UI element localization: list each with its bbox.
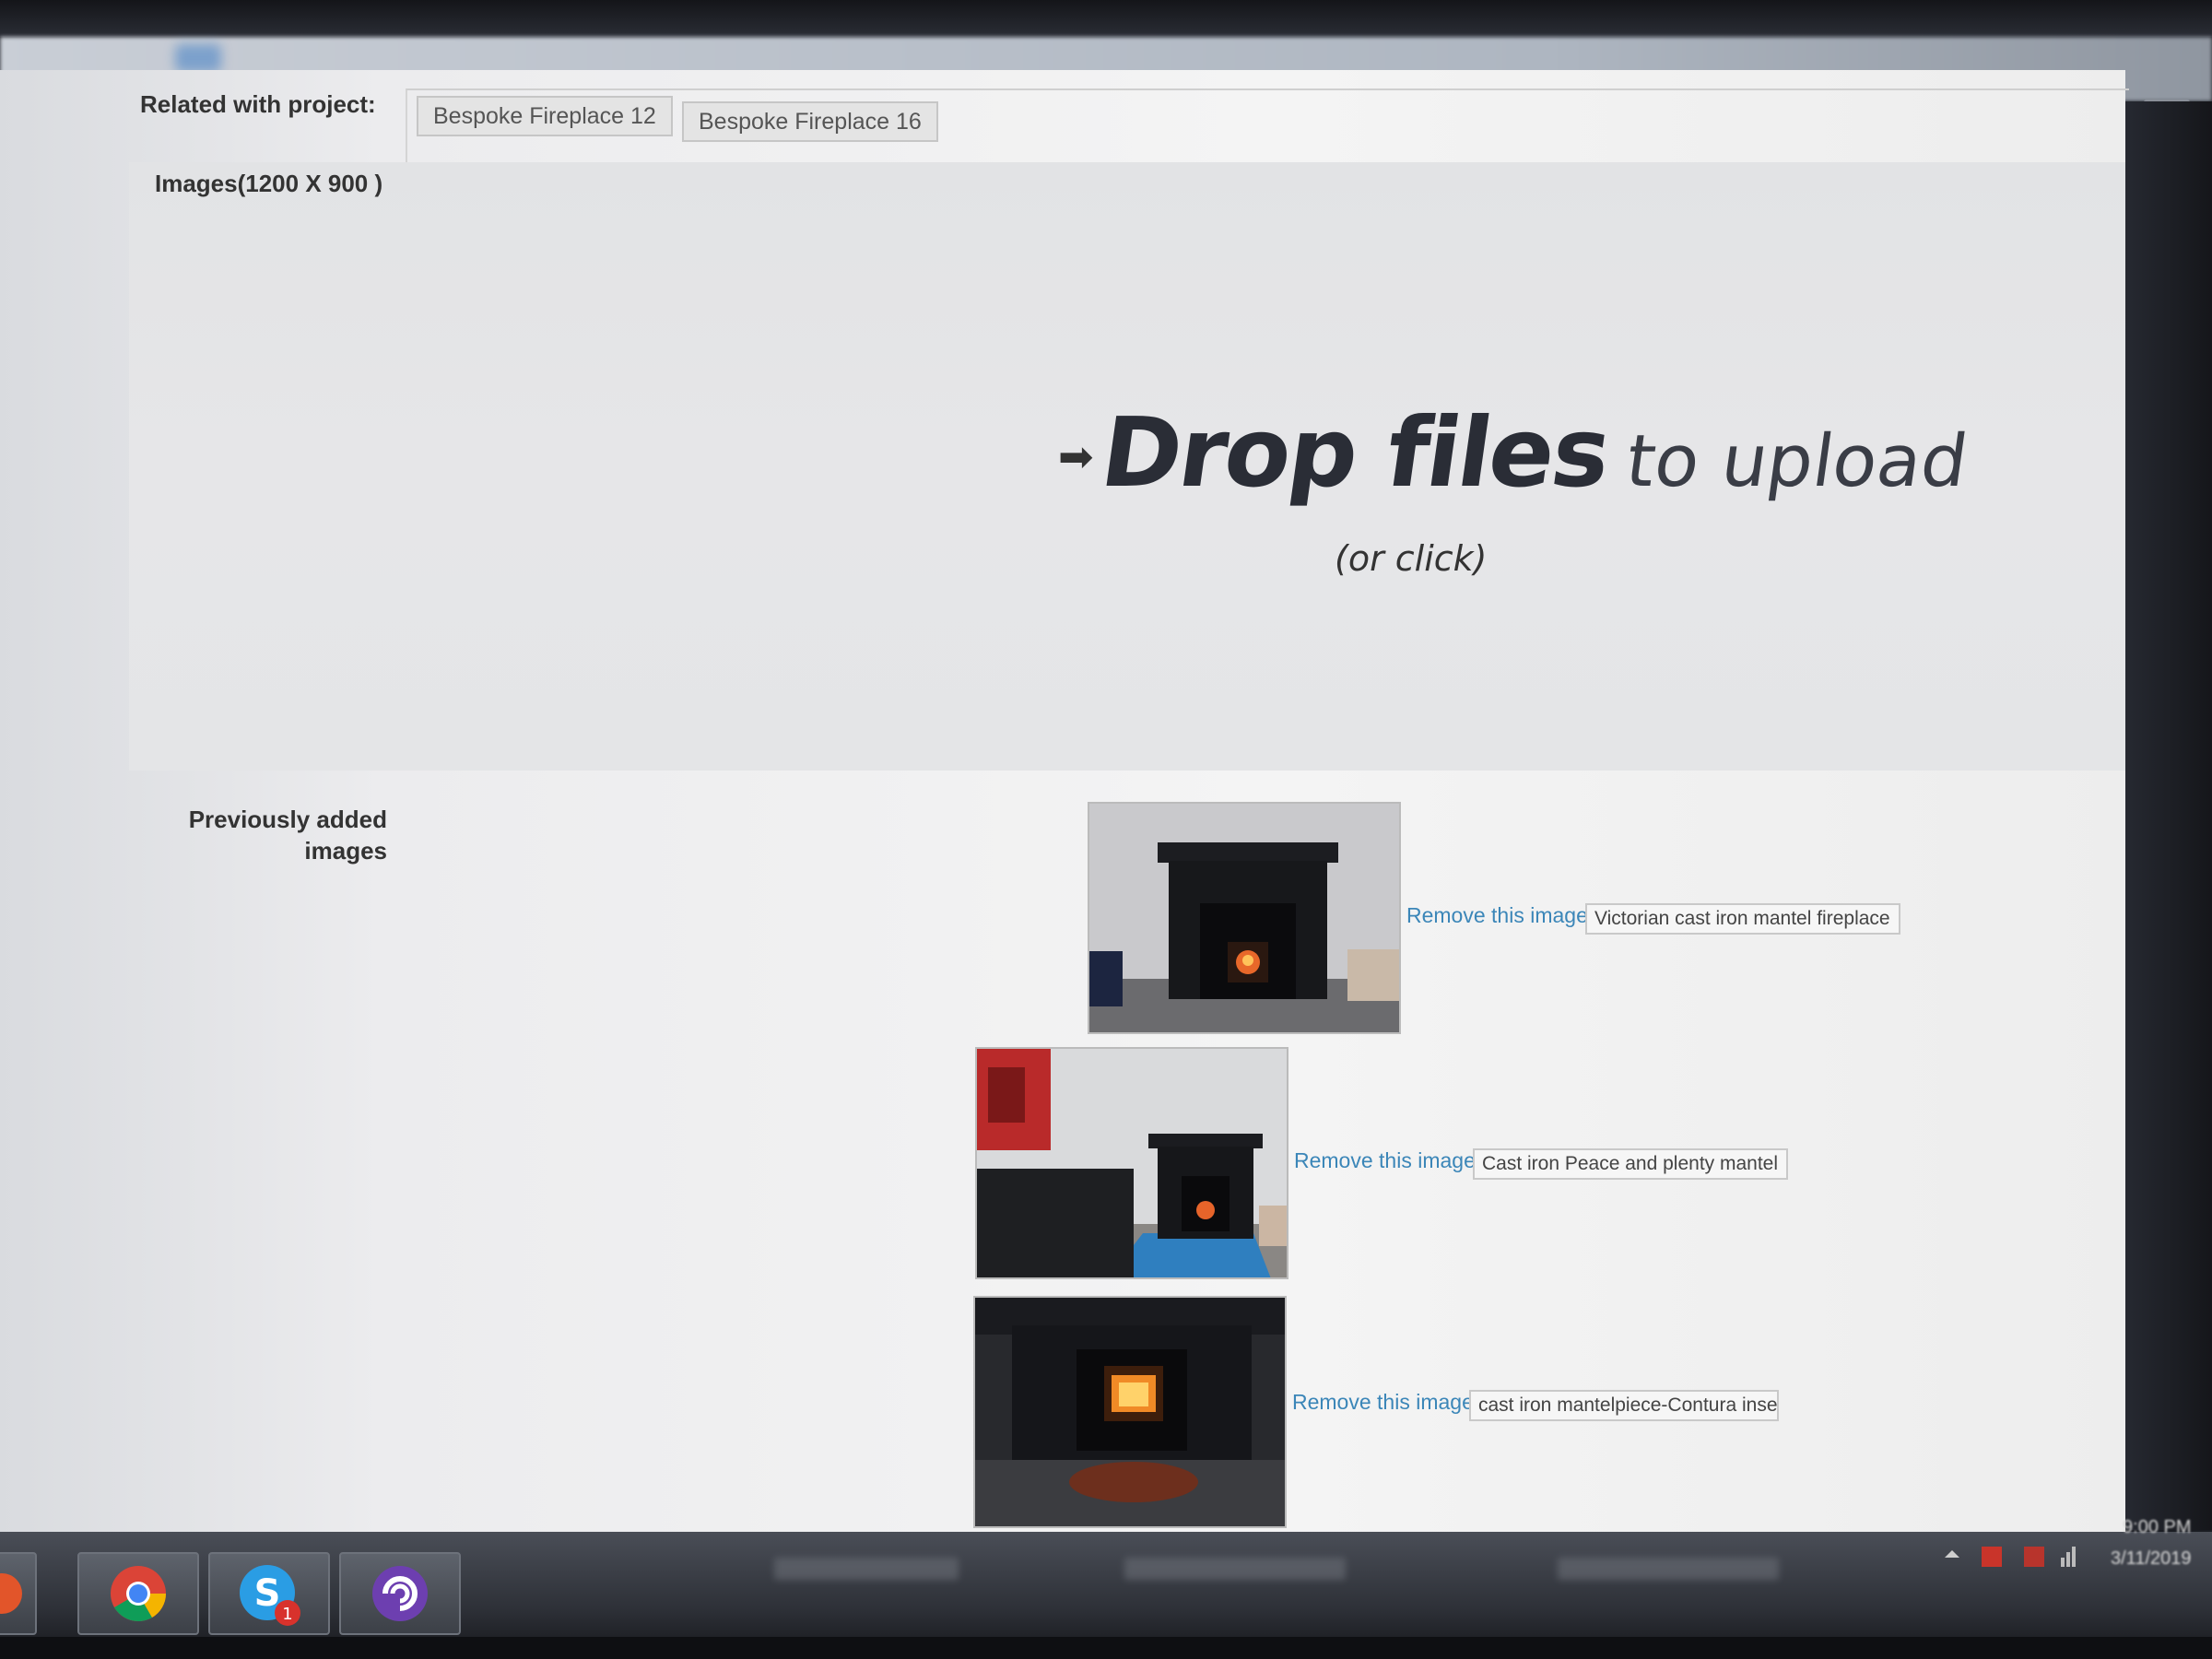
fireplace-thumbnail — [975, 1047, 1288, 1279]
browser-tab-icon — [175, 44, 221, 72]
dropzone-message-light: to upload — [1620, 420, 1973, 503]
dropzone-message: Drop filesto upload — [1094, 396, 1976, 509]
image-caption-input[interactable]: Cast iron Peace and plenty mantel — [1473, 1148, 1788, 1180]
tray-network-icon — [2024, 1547, 2044, 1567]
notification-count: 1 — [282, 1605, 292, 1624]
fireplace-photo-2 — [977, 1049, 1287, 1277]
project-tag-bespoke-16[interactable]: Bespoke Fireplace 16 — [682, 101, 938, 142]
image-caption-input[interactable]: cast iron mantelpiece-Contura inse — [1469, 1390, 1779, 1421]
app-icon — [0, 1573, 22, 1614]
previously-added-label: Previously added images — [166, 804, 387, 866]
remove-image-link[interactable]: Remove this image — [1406, 903, 1588, 928]
skype-icon: S 1 — [240, 1565, 300, 1626]
desktop-background-edge — [2125, 101, 2212, 1530]
clock-date: 3/11/2019 — [2111, 1548, 2192, 1569]
chrome-icon — [111, 1566, 166, 1622]
clock-time: 9:00 PM — [2123, 1517, 2192, 1537]
project-tag-bespoke-12[interactable]: Bespoke Fireplace 12 — [417, 96, 673, 136]
tray-signal-icon — [2061, 1558, 2065, 1567]
fireplace-photo-3 — [975, 1298, 1285, 1526]
fireplace-photo-1 — [1089, 804, 1399, 1032]
tray-volume-icon — [1982, 1547, 2002, 1567]
taskbar-app-button[interactable] — [339, 1552, 461, 1635]
monitor-bezel-top — [0, 0, 2212, 37]
taskbar-app-button[interactable] — [0, 1552, 37, 1635]
taskbar-skype-button[interactable]: S 1 — [208, 1552, 330, 1635]
remove-image-link[interactable]: Remove this image — [1294, 1148, 1476, 1173]
taskbar-chrome-button[interactable] — [77, 1552, 199, 1635]
dropzone-message-bold: Drop files — [1094, 396, 1617, 509]
fireplace-thumbnail — [1088, 802, 1401, 1034]
dropzone-subtext: (or click) — [1335, 538, 1488, 579]
tray-expand-icon — [1945, 1550, 1959, 1558]
previously-added-label-line1: Previously added — [188, 806, 387, 833]
taskbar-clock[interactable]: 9:00 PM 3/11/2019 — [2111, 1512, 2192, 1574]
fireplace-thumbnail — [973, 1296, 1287, 1528]
monitor-bezel-bottom — [0, 1637, 2212, 1659]
system-tray[interactable] — [1936, 1537, 2101, 1574]
remove-image-link[interactable]: Remove this image — [1292, 1390, 1474, 1415]
related-project-label: Related with project: — [140, 90, 376, 118]
images-label: Images(1200 X 900 ) — [155, 170, 383, 197]
taskbar-window-title[interactable] — [1124, 1558, 1346, 1580]
taskbar-window-title[interactable] — [1558, 1558, 1779, 1580]
swirl-app-icon — [372, 1566, 428, 1621]
taskbar-window-title[interactable] — [774, 1558, 959, 1580]
previously-added-label-line2: images — [304, 837, 387, 865]
arrow-right-icon: ➡ — [1058, 431, 1094, 481]
image-caption-input[interactable]: Victorian cast iron mantel fireplace — [1585, 903, 1900, 935]
